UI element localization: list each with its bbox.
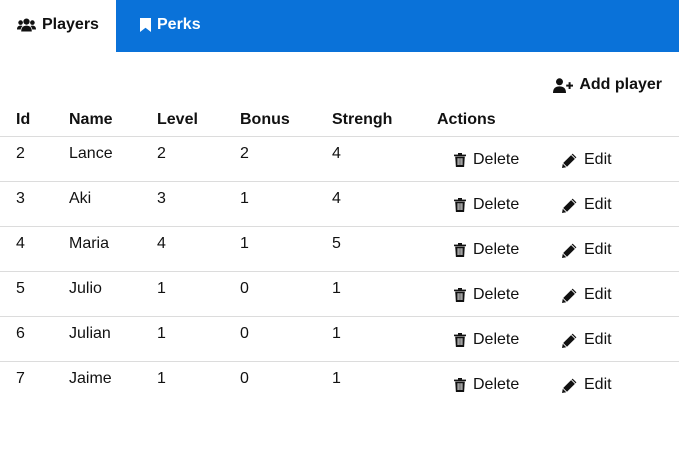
player-id: 7 (16, 370, 25, 387)
header-id: Id (0, 104, 69, 137)
delete-label: Delete (473, 196, 520, 213)
pencil-icon (562, 378, 577, 393)
delete-label: Delete (473, 376, 520, 393)
table-row: 3 Aki 3 1 4 Delete Edit (0, 181, 679, 227)
players-table-container: Id Name Level Bonus Strengh Actions 2 La… (0, 104, 679, 406)
row-actions: Delete Edit (437, 137, 679, 169)
tab-perks-label: Perks (157, 16, 201, 33)
table-row: 4 Maria 4 1 5 Delete Edit (0, 226, 679, 272)
pencil-icon (562, 288, 577, 303)
player-bonus: 0 (240, 325, 249, 342)
tab-players[interactable]: Players (0, 0, 116, 52)
player-name: Julio (69, 280, 102, 297)
pencil-icon (562, 198, 577, 213)
row-actions: Delete Edit (437, 272, 679, 304)
delete-label: Delete (473, 241, 520, 258)
table-row: 6 Julian 1 0 1 Delete Edit (0, 316, 679, 362)
pencil-icon (562, 153, 577, 168)
player-strength: 1 (332, 325, 341, 342)
delete-label: Delete (473, 151, 520, 168)
edit-button[interactable]: Edit (562, 196, 612, 214)
player-bonus: 0 (240, 280, 249, 297)
player-bonus: 1 (240, 190, 249, 207)
player-level: 1 (157, 325, 166, 342)
tab-perks[interactable]: Perks (116, 0, 236, 52)
player-level: 1 (157, 280, 166, 297)
player-level: 3 (157, 190, 166, 207)
player-strength: 1 (332, 280, 341, 297)
tab-players-label: Players (42, 16, 99, 33)
player-id: 4 (16, 235, 25, 252)
header-strength: Strengh (332, 104, 437, 137)
row-actions: Delete Edit (437, 362, 679, 394)
users-icon (17, 18, 36, 32)
add-player-label: Add player (579, 76, 662, 93)
player-bonus: 0 (240, 370, 249, 387)
edit-label: Edit (584, 331, 612, 348)
delete-button[interactable]: Delete (454, 331, 562, 349)
edit-label: Edit (584, 376, 612, 393)
player-level: 4 (157, 235, 166, 252)
player-name: Maria (69, 235, 110, 252)
player-name: Lance (69, 145, 113, 162)
player-id: 2 (16, 145, 25, 162)
delete-button[interactable]: Delete (454, 376, 562, 394)
player-name: Jaime (69, 370, 112, 387)
add-player-button[interactable]: Add player (553, 76, 662, 94)
table-header-row: Id Name Level Bonus Strengh Actions (0, 104, 679, 137)
row-actions: Delete Edit (437, 182, 679, 214)
tab-bar: Players Perks (0, 0, 679, 52)
row-actions: Delete Edit (437, 227, 679, 259)
trash-icon (454, 333, 466, 347)
player-id: 5 (16, 280, 25, 297)
edit-button[interactable]: Edit (562, 151, 612, 169)
header-level: Level (157, 104, 240, 137)
user-plus-icon (553, 77, 574, 93)
player-strength: 1 (332, 370, 341, 387)
trash-icon (454, 243, 466, 257)
edit-label: Edit (584, 241, 612, 258)
player-level: 2 (157, 145, 166, 162)
trash-icon (454, 378, 466, 392)
table-row: 5 Julio 1 0 1 Delete Edit (0, 271, 679, 317)
trash-icon (454, 288, 466, 302)
edit-label: Edit (584, 286, 612, 303)
player-strength: 4 (332, 190, 341, 207)
pencil-icon (562, 333, 577, 348)
edit-button[interactable]: Edit (562, 286, 612, 304)
edit-label: Edit (584, 151, 612, 168)
player-bonus: 2 (240, 145, 249, 162)
edit-button[interactable]: Edit (562, 241, 612, 259)
delete-button[interactable]: Delete (454, 286, 562, 304)
player-name: Aki (69, 190, 92, 207)
trash-icon (454, 198, 466, 212)
delete-label: Delete (473, 286, 520, 303)
header-bonus: Bonus (240, 104, 332, 137)
table-row: 7 Jaime 1 0 1 Delete Edit (0, 362, 679, 407)
player-bonus: 1 (240, 235, 249, 252)
delete-button[interactable]: Delete (454, 241, 562, 259)
player-level: 1 (157, 370, 166, 387)
header-actions: Actions (437, 104, 679, 137)
delete-label: Delete (473, 331, 520, 348)
row-actions: Delete Edit (437, 317, 679, 349)
player-strength: 4 (332, 145, 341, 162)
edit-button[interactable]: Edit (562, 331, 612, 349)
players-table: Id Name Level Bonus Strengh Actions 2 La… (0, 104, 679, 406)
delete-button[interactable]: Delete (454, 151, 562, 169)
player-id: 6 (16, 325, 25, 342)
table-row: 2 Lance 2 2 4 Delete Edit (0, 136, 679, 182)
pencil-icon (562, 243, 577, 258)
delete-button[interactable]: Delete (454, 196, 562, 214)
edit-button[interactable]: Edit (562, 376, 612, 394)
trash-icon (454, 153, 466, 167)
player-id: 3 (16, 190, 25, 207)
player-name: Julian (69, 325, 111, 342)
player-strength: 5 (332, 235, 341, 252)
header-name: Name (69, 104, 157, 137)
bookmark-icon (140, 18, 151, 32)
edit-label: Edit (584, 196, 612, 213)
